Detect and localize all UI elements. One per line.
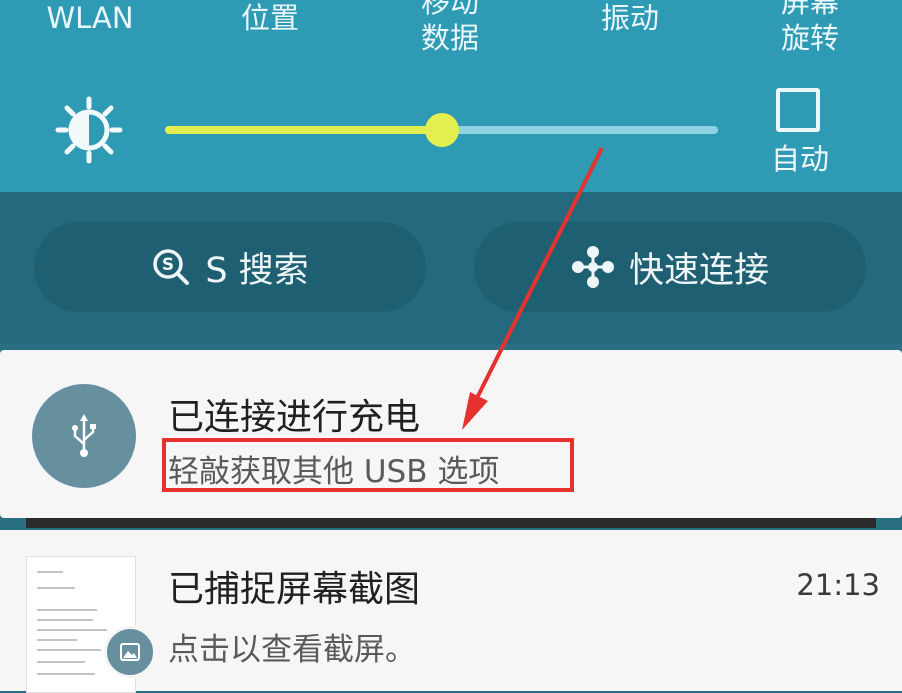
screenshot-notification-title: 已捕捉屏幕截图 (168, 569, 421, 610)
usb-notification-title: 已连接进行充电 (168, 397, 421, 438)
brightness-slider-fill (165, 126, 442, 134)
vibration-label: 振动 (600, 1, 659, 35)
action-button-row: S S 搜索 快速连接 (0, 192, 902, 344)
screenshot-notification[interactable]: 已捕捉屏幕截图 点击以查看截屏。 21:13 (0, 530, 902, 693)
rotation-label-line1: 屏幕 (780, 0, 839, 19)
quick-connect-icon (571, 246, 614, 288)
gallery-icon (120, 643, 140, 661)
usb-icon-badge (32, 384, 136, 488)
usb-icon (72, 414, 96, 457)
wallpaper-strip (26, 518, 876, 528)
rotation-label-line2: 旋转 (780, 21, 839, 55)
s-search-icon: S (153, 249, 190, 285)
wlan-toggle[interactable]: WLAN (30, 0, 150, 36)
red-highlight-box (162, 438, 574, 492)
brightness-slider[interactable] (165, 113, 718, 147)
brightness-icon (55, 96, 123, 164)
auto-brightness-checkbox[interactable] (776, 88, 820, 132)
auto-brightness-label: 自动 (770, 142, 829, 176)
svg-text:S: S (162, 255, 174, 275)
s-search-label: S 搜索 (205, 250, 309, 291)
wlan-label: WLAN (46, 1, 134, 35)
usb-charging-notification[interactable]: 已连接进行充电 轻敲获取其他 USB 选项 (0, 350, 902, 518)
quick-settings-panel: WLAN 位置 移动 数据 振动 屏幕 旋转 自动 (0, 0, 902, 192)
screenshot-notification-subtitle: 点击以查看截屏。 (168, 632, 416, 668)
mobile-data-label-line1: 移动 (420, 0, 479, 19)
screenshot-notification-time: 21:13 (796, 568, 880, 602)
vibration-toggle[interactable]: 振动 (570, 0, 690, 36)
s-search-button[interactable]: S S 搜索 (34, 222, 426, 312)
quick-connect-button[interactable]: 快速连接 (474, 222, 866, 312)
location-toggle[interactable]: 位置 (210, 0, 330, 36)
gallery-icon-badge (104, 626, 156, 678)
mobile-data-toggle[interactable]: 移动 数据 (390, 0, 510, 56)
screen-rotation-toggle[interactable]: 屏幕 旋转 (750, 0, 870, 56)
brightness-slider-thumb[interactable] (424, 113, 459, 147)
location-label: 位置 (240, 1, 299, 35)
quick-connect-label: 快速连接 (628, 250, 769, 291)
mobile-data-label-line2: 数据 (420, 21, 479, 55)
